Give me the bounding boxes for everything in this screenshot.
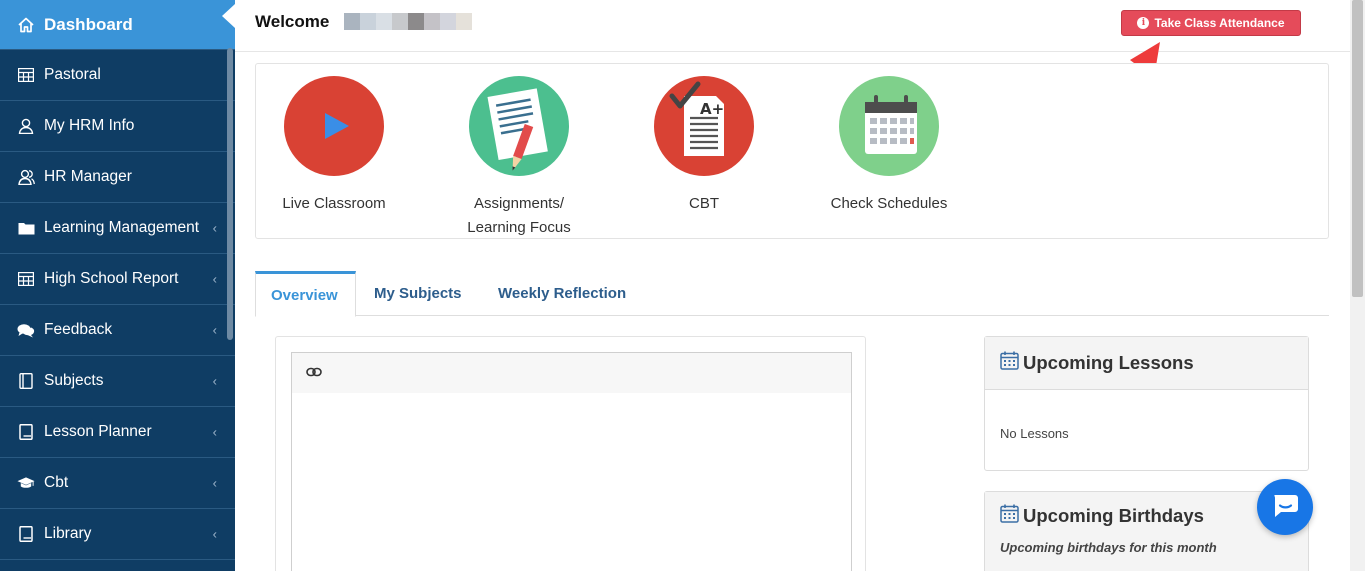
tile-label: Live Classroom: [282, 195, 386, 212]
info-icon: i: [1137, 17, 1150, 29]
frame-toolbar: [292, 353, 851, 393]
tile-cbt[interactable]: A+ CBT: [629, 76, 779, 216]
attendance-button-label: Take Class Attendance: [1154, 16, 1285, 30]
sidebar-item-label: Library: [44, 525, 92, 542]
sidebar-item-label: Cbt: [44, 474, 69, 491]
welcome-text: Welcome: [255, 12, 330, 31]
notebook-icon: [17, 423, 35, 441]
app-root: Dashboard Pastoral My HRM Info HR Manage…: [0, 0, 1365, 571]
card-subtitle: Upcoming birthdays for this month: [1000, 540, 1217, 555]
sidebar-item-high-school-report[interactable]: High School Report ‹: [0, 254, 235, 305]
sidebar-item-cbt[interactable]: Cbt ‹: [0, 458, 235, 509]
tab-my-subjects[interactable]: My Subjects: [359, 271, 477, 316]
chevron-left-icon: ‹: [212, 322, 217, 338]
calendar-icon: [1000, 351, 1019, 375]
overview-content-panel: [275, 336, 866, 571]
book-icon: [17, 525, 35, 543]
folder-icon: [17, 219, 35, 237]
comments-icon: [17, 321, 35, 339]
sidebar-item-learning-management[interactable]: Learning Management ‹: [0, 203, 235, 254]
chevron-left-icon: ‹: [212, 220, 217, 236]
tile-label: Check Schedules: [830, 195, 948, 212]
sidebar-item-label: High School Report: [44, 270, 179, 287]
embedded-frame: [291, 352, 852, 571]
svg-text:A+: A+: [700, 100, 724, 118]
sidebar-item-label: Learning Management: [44, 219, 200, 236]
home-icon: [17, 16, 35, 34]
calendar-icon: [1000, 504, 1019, 528]
upcoming-lessons-card: Upcoming Lessons No Lessons: [984, 336, 1309, 471]
sidebar-item-lesson-planner[interactable]: Lesson Planner ‹: [0, 407, 235, 458]
card-title: Upcoming Lessons: [1023, 352, 1194, 373]
sidebar-item-library[interactable]: Library ‹: [0, 509, 235, 560]
top-bar: Welcome i Take Class Attendance: [235, 0, 1350, 52]
sidebar-scrollbar[interactable]: [227, 48, 233, 340]
sidebar-item-label: Feedback: [44, 321, 113, 338]
user-icon: [17, 117, 35, 135]
dashboard-tabs: Overview My Subjects Weekly Reflection: [255, 271, 1329, 317]
sidebar-item-dashboard[interactable]: Dashboard: [0, 0, 235, 50]
chevron-left-icon: ‹: [212, 271, 217, 287]
tile-live-classroom[interactable]: Live Classroom: [259, 76, 409, 216]
sidebar-item-feedback[interactable]: Feedback ‹: [0, 305, 235, 356]
chevron-left-icon: ‹: [212, 475, 217, 491]
sidebar-item-hr-manager[interactable]: HR Manager: [0, 152, 235, 203]
page-scrollbar-thumb[interactable]: [1352, 0, 1363, 297]
sidebar-item-label: Subjects: [44, 372, 104, 389]
card-header: Upcoming Lessons: [985, 337, 1308, 390]
card-title: Upcoming Birthdays: [1023, 505, 1204, 526]
chevron-left-icon: ‹: [212, 373, 217, 389]
active-indicator: [222, 4, 235, 28]
sidebar-item-label: Pastoral: [44, 66, 101, 83]
tile-check-schedules[interactable]: Check Schedules: [814, 76, 964, 216]
link-icon[interactable]: [306, 364, 322, 382]
users-icon: [17, 168, 35, 186]
tab-weekly-reflection[interactable]: Weekly Reflection: [483, 271, 641, 316]
sidebar-item-my-hrm-info[interactable]: My HRM Info: [0, 101, 235, 152]
sidebar-item-pastoral[interactable]: Pastoral: [0, 50, 235, 101]
chat-launcher-button[interactable]: [1257, 479, 1313, 535]
tile-assignments[interactable]: Assignments/ Learning Focus: [444, 76, 594, 240]
sidebar-item-subjects[interactable]: Subjects ‹: [0, 356, 235, 407]
graded-paper-icon: A+: [654, 76, 754, 176]
chat-icon: [1271, 492, 1299, 523]
sidebar-item-label: Lesson Planner: [44, 423, 152, 440]
book-icon: [17, 372, 35, 390]
graduation-cap-icon: [17, 474, 35, 492]
table-icon: [17, 270, 35, 288]
sidebar: Dashboard Pastoral My HRM Info HR Manage…: [0, 0, 235, 571]
document-pencil-icon: [469, 76, 569, 176]
quick-links-panel: Live Classroom Assignments/ Learning Foc…: [255, 63, 1329, 239]
chevron-left-icon: ‹: [212, 526, 217, 542]
table-icon: [17, 66, 35, 84]
calendar-icon: [839, 76, 939, 176]
no-lessons-text: No Lessons: [1000, 426, 1069, 441]
tile-label: CBT: [689, 195, 719, 212]
tab-overview[interactable]: Overview: [255, 271, 356, 317]
play-icon: [284, 76, 384, 176]
chevron-left-icon: ‹: [212, 424, 217, 440]
redacted-username: [344, 13, 472, 30]
card-title-row: Upcoming Birthdays: [1000, 504, 1204, 528]
sidebar-item-label: HR Manager: [44, 168, 132, 185]
tile-label: Assignments/ Learning Focus: [467, 195, 571, 236]
sidebar-item-label: My HRM Info: [44, 117, 135, 134]
sidebar-item-label: Dashboard: [44, 14, 133, 34]
